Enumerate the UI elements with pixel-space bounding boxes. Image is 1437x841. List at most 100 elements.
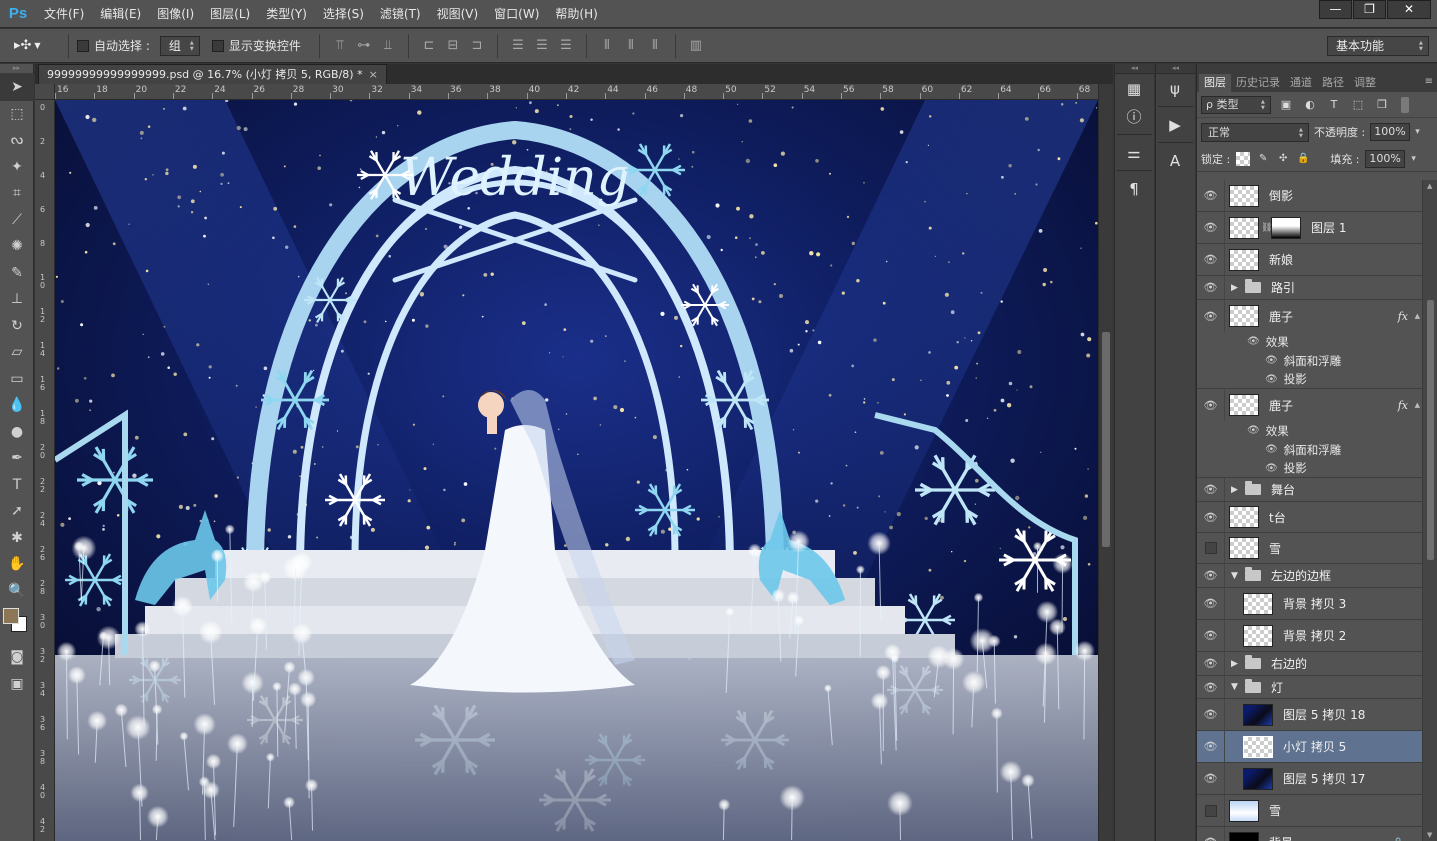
layer-row[interactable]: 👁 图层 5 拷贝 17 [1197,763,1422,795]
visibility-eye-icon[interactable]: 👁 [1197,564,1225,587]
layer-group-row[interactable]: 👁 ▶ 舞台 [1197,478,1422,502]
align-horizontal-centers-icon[interactable]: ⊟ [444,37,462,55]
layer-group-row[interactable]: 👁 ▶ 右边的 [1197,652,1422,676]
filter-toggle-switch[interactable] [1401,96,1409,113]
group-collapse-arrow-icon[interactable]: ▼ [1231,682,1241,692]
workspace-dropdown[interactable]: 基本功能 [1327,36,1429,56]
visibility-eye-icon[interactable]: 👁 [1197,676,1225,698]
close-button[interactable]: ✕ [1387,0,1431,19]
layer-mask-thumbnail[interactable] [1271,216,1301,239]
layer-row[interactable]: 👁 背景 拷贝 3 [1197,588,1422,620]
custom-shape-tool-icon[interactable]: ✱ [0,525,34,552]
tab-adjustments[interactable]: 调整 [1349,74,1381,92]
visibility-eye-icon[interactable]: 👁 [1197,763,1225,794]
checkbox-box[interactable] [77,39,89,52]
screen-mode-icon[interactable]: ▣ [0,671,34,698]
effect-item-row[interactable]: 👁 斜面和浮雕 [1197,351,1422,370]
crop-tool-icon[interactable]: ⌗ [0,180,34,207]
blend-mode-dropdown[interactable]: 正常 [1201,122,1309,142]
layer-row[interactable]: 👁 新娘 [1197,244,1422,276]
spot-healing-brush-tool-icon[interactable]: ✺ [0,233,34,260]
layer-filter-kind-dropdown[interactable]: ρ 类型 [1201,95,1271,114]
hand-tool-icon[interactable]: ✋ [0,551,34,578]
panel-grip[interactable]: ◂◂ [1115,64,1154,74]
menu-item-file[interactable]: 文件(F) [36,0,92,28]
align-top-edges-icon[interactable]: ⫪ [331,37,349,55]
effect-visibility-eye-icon[interactable]: 👁 [1265,374,1278,385]
distribute-top-edges-icon[interactable]: ☰ [509,37,527,55]
effect-visibility-eye-icon[interactable]: 👁 [1265,463,1278,474]
quick-mask-icon[interactable]: ◙ [0,644,34,671]
type-tool-icon[interactable]: T [0,472,34,499]
filter-smart-objects-icon[interactable]: ❒ [1373,96,1391,114]
brush-presets-panel-icon[interactable]: ψ [1156,75,1194,102]
ruler-origin[interactable] [35,84,55,100]
visibility-eye-icon[interactable]: 👁 [1197,478,1225,501]
menu-item-filter[interactable]: 滤镜(T) [372,0,429,28]
visibility-eye-icon[interactable]: 👁 [1197,699,1225,730]
move-tool-icon[interactable]: ➤ [0,74,34,101]
auto-select-checkbox[interactable]: 自动选择 : [77,37,150,54]
checkbox-box[interactable] [211,39,224,52]
show-transform-controls-checkbox[interactable]: 显示变换控件 [211,37,301,54]
filter-adjustment-layers-icon[interactable]: ◐ [1301,96,1319,114]
distribute-horizontal-centers-icon[interactable]: ⫴ [622,37,640,55]
paragraph-panel-icon[interactable]: ¶ [1115,175,1153,202]
filter-type-layers-icon[interactable]: T [1325,96,1343,114]
visibility-toggle-hidden[interactable] [1197,795,1225,826]
visibility-eye-icon[interactable]: 👁 [1197,212,1225,243]
visibility-eye-icon[interactable]: 👁 [1197,502,1225,532]
visibility-eye-icon[interactable]: 👁 [1197,300,1225,332]
minimize-button[interactable]: — [1319,0,1352,19]
actions-panel-icon[interactable]: ▶ [1156,111,1194,138]
align-vertical-centers-icon[interactable]: ⊶ [355,37,373,55]
effect-item-row[interactable]: 👁 投影 [1197,459,1422,478]
menu-item-edit[interactable]: 编辑(E) [92,0,149,28]
canvas-vertical-scrollbar[interactable] [1098,84,1113,841]
layer-row[interactable]: 雪 [1197,795,1422,827]
tool-preset-picker[interactable]: ▸✣ ▼ [14,35,60,57]
character-panel-icon[interactable]: A [1156,147,1194,174]
layer-effects-fx-icon[interactable]: fx [1398,399,1408,412]
layer-effects-fx-icon[interactable]: fx [1398,310,1408,323]
effect-visibility-eye-icon[interactable]: 👁 [1265,444,1278,455]
menu-item-window[interactable]: 窗口(W) [486,0,547,28]
layer-row[interactable]: 👁 ⛓ 图层 1 [1197,212,1422,244]
scroll-up-arrow-icon[interactable]: ▲ [1427,182,1432,190]
layer-group-row[interactable]: 👁 ▼ 左边的边框 [1197,564,1422,588]
restore-button[interactable]: ❐ [1353,0,1386,19]
auto-select-target-dropdown[interactable]: 组 [159,35,200,56]
effect-visibility-eye-icon[interactable]: 👁 [1265,355,1278,366]
chevron-down-icon[interactable]: ▾ [1411,154,1416,164]
layer-group-row[interactable]: 👁 ▼ 灯 [1197,676,1422,699]
foreground-color-swatch[interactable] [3,608,19,624]
mask-link-icon[interactable]: ⛓ [1261,223,1272,233]
gradient-tool-icon[interactable]: ▭ [0,366,34,393]
visibility-eye-icon[interactable]: 👁 [1197,180,1225,211]
group-expand-arrow-icon[interactable]: ▶ [1231,485,1241,495]
panel-grip[interactable]: ▸▸ [0,64,33,74]
chevron-up-icon[interactable]: ▲ [1415,401,1420,409]
effect-visibility-eye-icon[interactable]: 👁 [1247,336,1260,347]
effect-visibility-eye-icon[interactable]: 👁 [1247,425,1260,436]
distribute-bottom-edges-icon[interactable]: ☰ [557,37,575,55]
zoom-tool-icon[interactable]: 🔍 [0,578,34,605]
rectangular-marquee-tool-icon[interactable]: ⬚ [0,101,34,128]
menu-item-image[interactable]: 图像(I) [149,0,202,28]
visibility-eye-icon[interactable]: 👁 [1197,389,1225,421]
menu-item-view[interactable]: 视图(V) [429,0,487,28]
align-left-edges-icon[interactable]: ⊏ [420,37,438,55]
history-brush-tool-icon[interactable]: ↻ [0,313,34,340]
lock-position-icon[interactable]: ✣ [1276,152,1290,166]
visibility-eye-icon[interactable]: 👁 [1197,731,1225,762]
layer-row[interactable]: 👁 鹿子 fx ▲ [1197,389,1422,421]
distribute-left-edges-icon[interactable]: ⫴ [598,37,616,55]
fill-input[interactable]: 100% [1365,149,1406,168]
visibility-eye-icon[interactable]: 👁 [1197,276,1225,299]
vertical-ruler[interactable]: 0 2 4 6 8 10 12 14 16 18 20 22 24 26 28 30 32 34 36 38 40 42 [35,100,55,841]
opacity-input[interactable]: 100% [1370,123,1411,141]
layer-row[interactable]: 👁 图层 5 拷贝 18 [1197,699,1422,731]
scroll-down-arrow-icon[interactable]: ▼ [1427,831,1432,839]
tab-layers[interactable]: 图层 [1199,74,1231,92]
menu-item-type[interactable]: 类型(Y) [258,0,315,28]
